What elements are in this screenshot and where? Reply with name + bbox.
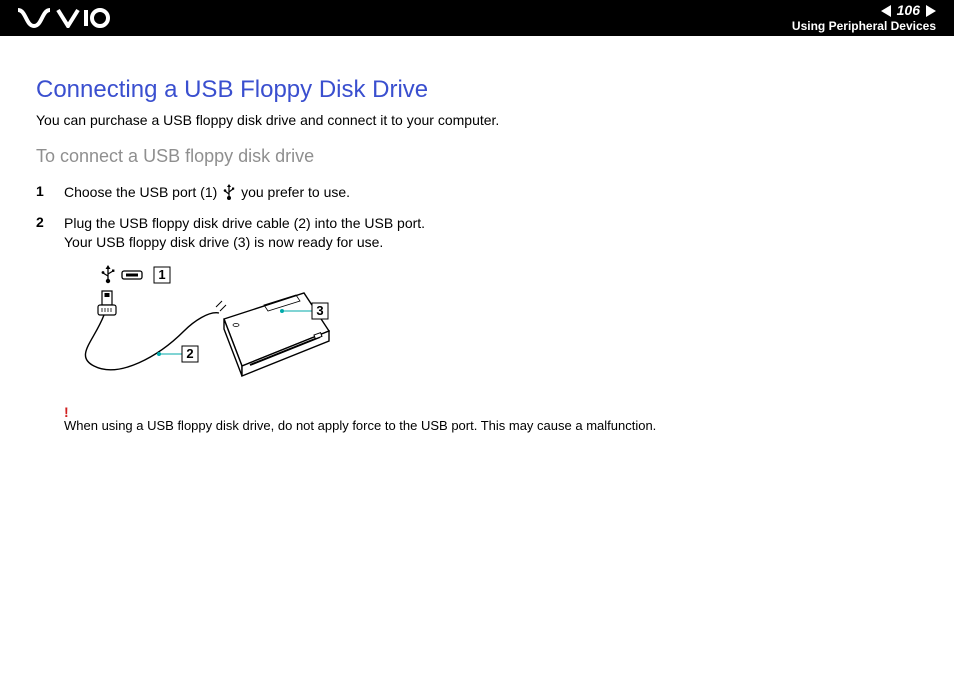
- step-2: 2 Plug the USB floppy disk drive cable (…: [36, 214, 918, 253]
- header-bar: 106 Using Peripheral Devices: [0, 0, 954, 36]
- subheading: To connect a USB floppy disk drive: [36, 146, 918, 167]
- next-page-arrow-icon[interactable]: [926, 5, 936, 17]
- step-body: Choose the USB port (1) you prefer to us…: [64, 183, 350, 206]
- page-title: Connecting a USB Floppy Disk Drive: [36, 76, 918, 104]
- content-area: Connecting a USB Floppy Disk Drive You c…: [0, 36, 954, 433]
- page-nav: 106: [792, 2, 936, 19]
- prev-page-arrow-icon[interactable]: [881, 5, 891, 17]
- steps-list: 1 Choose the USB port (1) you prefer to …: [36, 183, 918, 253]
- intro-text: You can purchase a USB floppy disk drive…: [36, 112, 918, 128]
- step-number: 2: [36, 214, 64, 253]
- usb-icon: [223, 184, 235, 206]
- step-number: 1: [36, 183, 64, 206]
- step-text-line1: Plug the USB floppy disk drive cable (2)…: [64, 215, 425, 231]
- connection-diagram: 1 2: [64, 261, 918, 396]
- step-text-line2: Your USB floppy disk drive (3) is now re…: [64, 234, 383, 250]
- section-label: Using Peripheral Devices: [792, 19, 936, 33]
- step-text-before: Choose the USB port (1): [64, 184, 221, 200]
- step-text-after: you prefer to use.: [241, 184, 350, 200]
- caution-text: When using a USB floppy disk drive, do n…: [64, 418, 656, 433]
- page-number: 106: [897, 2, 920, 19]
- step-1: 1 Choose the USB port (1) you prefer to …: [36, 183, 918, 206]
- callout-3-label: 3: [316, 303, 323, 318]
- step-body: Plug the USB floppy disk drive cable (2)…: [64, 214, 425, 253]
- callout-2-label: 2: [186, 346, 193, 361]
- header-right: 106 Using Peripheral Devices: [792, 2, 936, 33]
- callout-1-label: 1: [158, 267, 165, 282]
- caution-note: ! When using a USB floppy disk drive, do…: [64, 404, 918, 433]
- vaio-logo: [18, 8, 110, 28]
